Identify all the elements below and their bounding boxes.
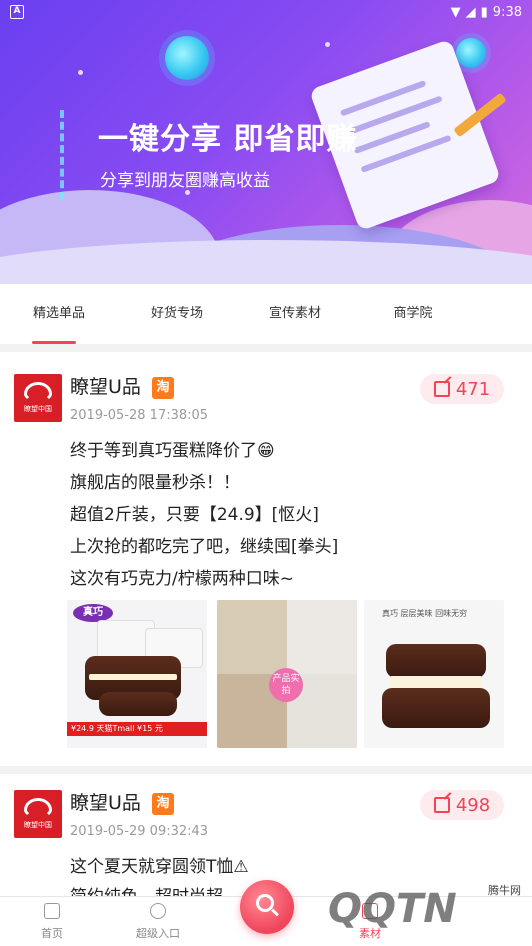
share-count: 471 bbox=[455, 378, 491, 400]
share-count: 498 bbox=[455, 794, 491, 816]
post-time: 2019-05-28 17:38:05 bbox=[70, 408, 209, 423]
banner-orb bbox=[165, 36, 209, 80]
tab-featured[interactable]: 精选单品 bbox=[0, 284, 118, 344]
cake bbox=[386, 644, 486, 678]
divider bbox=[0, 766, 532, 774]
site-watermark: QQTN 腾牛网 bbox=[328, 880, 528, 942]
post-image[interactable]: 真巧 层层美味 回味无穷 bbox=[364, 600, 504, 748]
post-text-line: 终于等到真巧蛋糕降价了😁 bbox=[70, 441, 275, 461]
nav-super-entry[interactable]: 超级入口 bbox=[128, 903, 188, 941]
tab-materials[interactable]: 宣传素材 bbox=[236, 284, 354, 344]
watermark-logo: QQTN bbox=[328, 886, 457, 932]
banner-subtitle: 分享到朋友圈赚高收益 bbox=[100, 171, 270, 191]
divider bbox=[0, 344, 532, 352]
real-photo-badge: 产品实拍 bbox=[269, 668, 303, 702]
post-author-name: 瞭望U品 bbox=[70, 792, 141, 814]
post-text-line: 超值2斤装，只要【24.9】[怄火] bbox=[70, 505, 319, 525]
status-bar: A ▼ ◢ ▮ 9:38 bbox=[0, 0, 532, 24]
cake bbox=[382, 688, 490, 728]
avatar[interactable]: 瞭望中国 bbox=[14, 374, 62, 422]
enter-icon bbox=[150, 903, 166, 919]
post-text-line: 旗舰店的限量秒杀！！ bbox=[70, 473, 240, 493]
banner-title: 一键分享 即省即赚 bbox=[98, 122, 358, 157]
watermark-text: 腾牛网 bbox=[488, 884, 521, 897]
signal-icon: ◢ bbox=[465, 4, 476, 20]
post-image[interactable]: 产品实拍 bbox=[217, 600, 357, 748]
avatar[interactable]: 瞭望中国 bbox=[14, 790, 62, 838]
wifi-icon: ▼ bbox=[450, 4, 461, 20]
status-time: 9:38 bbox=[492, 4, 522, 20]
home-icon bbox=[44, 903, 60, 919]
post-text-line: 这次有巧克力/柠檬两种口味~ bbox=[70, 569, 294, 589]
promo-banner[interactable]: A ▼ ◢ ▮ 9:38 一键分享 即省即赚 分享到朋友圈赚高收益 bbox=[0, 0, 532, 284]
share-button[interactable]: 498 bbox=[420, 790, 504, 820]
nav-home[interactable]: 首页 bbox=[22, 903, 82, 941]
post-text-line: 上次抢的都吃完了吧，继续囤[拳头] bbox=[70, 537, 339, 557]
banner-stairs bbox=[60, 110, 96, 200]
nav-super-label: 超级入口 bbox=[136, 927, 180, 940]
post-time: 2019-05-29 09:32:43 bbox=[70, 824, 209, 839]
cake bbox=[99, 692, 177, 716]
share-icon bbox=[433, 381, 450, 397]
taobao-badge: 淘 bbox=[152, 377, 174, 399]
banner-ground bbox=[0, 240, 532, 284]
post-text-line: 这个夏天就穿圆领T恤⚠ bbox=[70, 857, 249, 877]
nav-home-label: 首页 bbox=[41, 927, 63, 940]
price-strip: ¥24.9 天猫Tmall ¥15 元 bbox=[67, 722, 207, 736]
category-tabs: 精选单品 好货专场 宣传素材 商学院 bbox=[0, 284, 532, 344]
post-author-name: 瞭望U品 bbox=[70, 376, 141, 398]
taobao-badge: 淘 bbox=[152, 793, 174, 815]
post-image[interactable]: 真巧 ¥24.9 天猫Tmall ¥15 元 bbox=[67, 600, 207, 748]
banner-star bbox=[325, 42, 330, 47]
app-notification-icon: A bbox=[10, 5, 24, 19]
banner-star bbox=[78, 70, 83, 75]
tab-goods[interactable]: 好货专场 bbox=[118, 284, 236, 344]
tab-academy[interactable]: 商学院 bbox=[354, 284, 472, 344]
share-icon bbox=[433, 797, 450, 813]
share-button[interactable]: 471 bbox=[420, 374, 504, 404]
battery-icon: ▮ bbox=[480, 4, 488, 20]
banner-orb bbox=[456, 38, 486, 68]
search-fab[interactable] bbox=[240, 880, 294, 934]
product-slogan: 真巧 层层美味 回味无穷 bbox=[382, 609, 468, 618]
